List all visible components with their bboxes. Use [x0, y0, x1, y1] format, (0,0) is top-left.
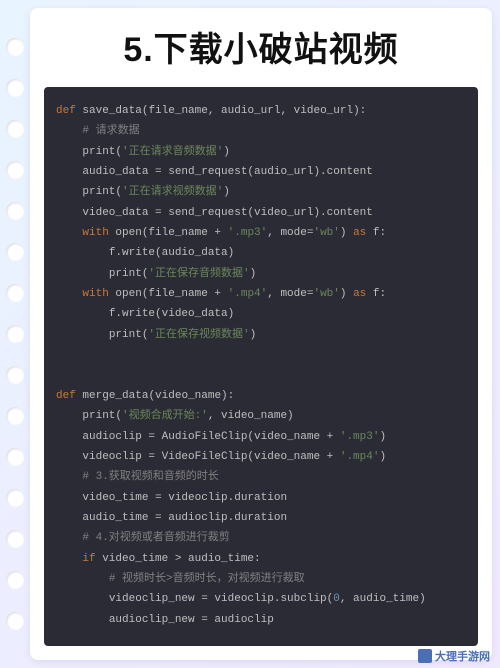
spiral-hole [6, 366, 24, 384]
page-title: 5.下载小破站视频 [30, 8, 492, 81]
spiral-hole [6, 243, 24, 261]
fn-params: (video_name): [148, 390, 234, 402]
spiral-hole [6, 612, 24, 630]
code-line: video_time = videoclip.duration [82, 492, 287, 504]
comment: # 4.对视频或者音频进行裁剪 [82, 532, 229, 544]
spiral-hole [6, 202, 24, 220]
page-card: 5.下载小破站视频 def save_data(file_name, audio… [30, 8, 492, 660]
code-line: audio_data = send_request(audio_url).con… [82, 166, 372, 178]
code-line: audio_time = audioclip.duration [82, 512, 287, 524]
kw-def: def [56, 105, 76, 117]
spiral-binding [0, 0, 30, 668]
fn-name: save_data [82, 105, 141, 117]
code-line: f.write(audio_data) [109, 247, 234, 259]
comment: # 视频时长>音频时长，对视频进行裁取 [109, 573, 305, 585]
code-block: def save_data(file_name, audio_url, vide… [44, 87, 478, 646]
spiral-hole [6, 530, 24, 548]
spiral-hole [6, 79, 24, 97]
spiral-hole [6, 571, 24, 589]
spiral-hole [6, 284, 24, 302]
spiral-hole [6, 325, 24, 343]
watermark-text: 大理手游网 [435, 648, 490, 664]
code-line: f.write(video_data) [109, 308, 234, 320]
spiral-hole [6, 407, 24, 425]
spiral-hole [6, 120, 24, 138]
fn-name: merge_data [82, 390, 148, 402]
spiral-hole [6, 38, 24, 56]
watermark: 大理手游网 [418, 648, 490, 664]
spiral-hole [6, 161, 24, 179]
code-line: audioclip_new = audioclip [109, 614, 274, 626]
comment: # 3.获取视频和音频的时长 [82, 471, 218, 483]
kw-def: def [56, 390, 76, 402]
fn-params: (file_name, audio_url, video_url): [142, 105, 366, 117]
spiral-hole [6, 448, 24, 466]
comment: # 请求数据 [82, 125, 139, 137]
code-line: video_data = send_request(video_url).con… [82, 207, 372, 219]
watermark-icon [418, 649, 432, 663]
spiral-hole [6, 489, 24, 507]
